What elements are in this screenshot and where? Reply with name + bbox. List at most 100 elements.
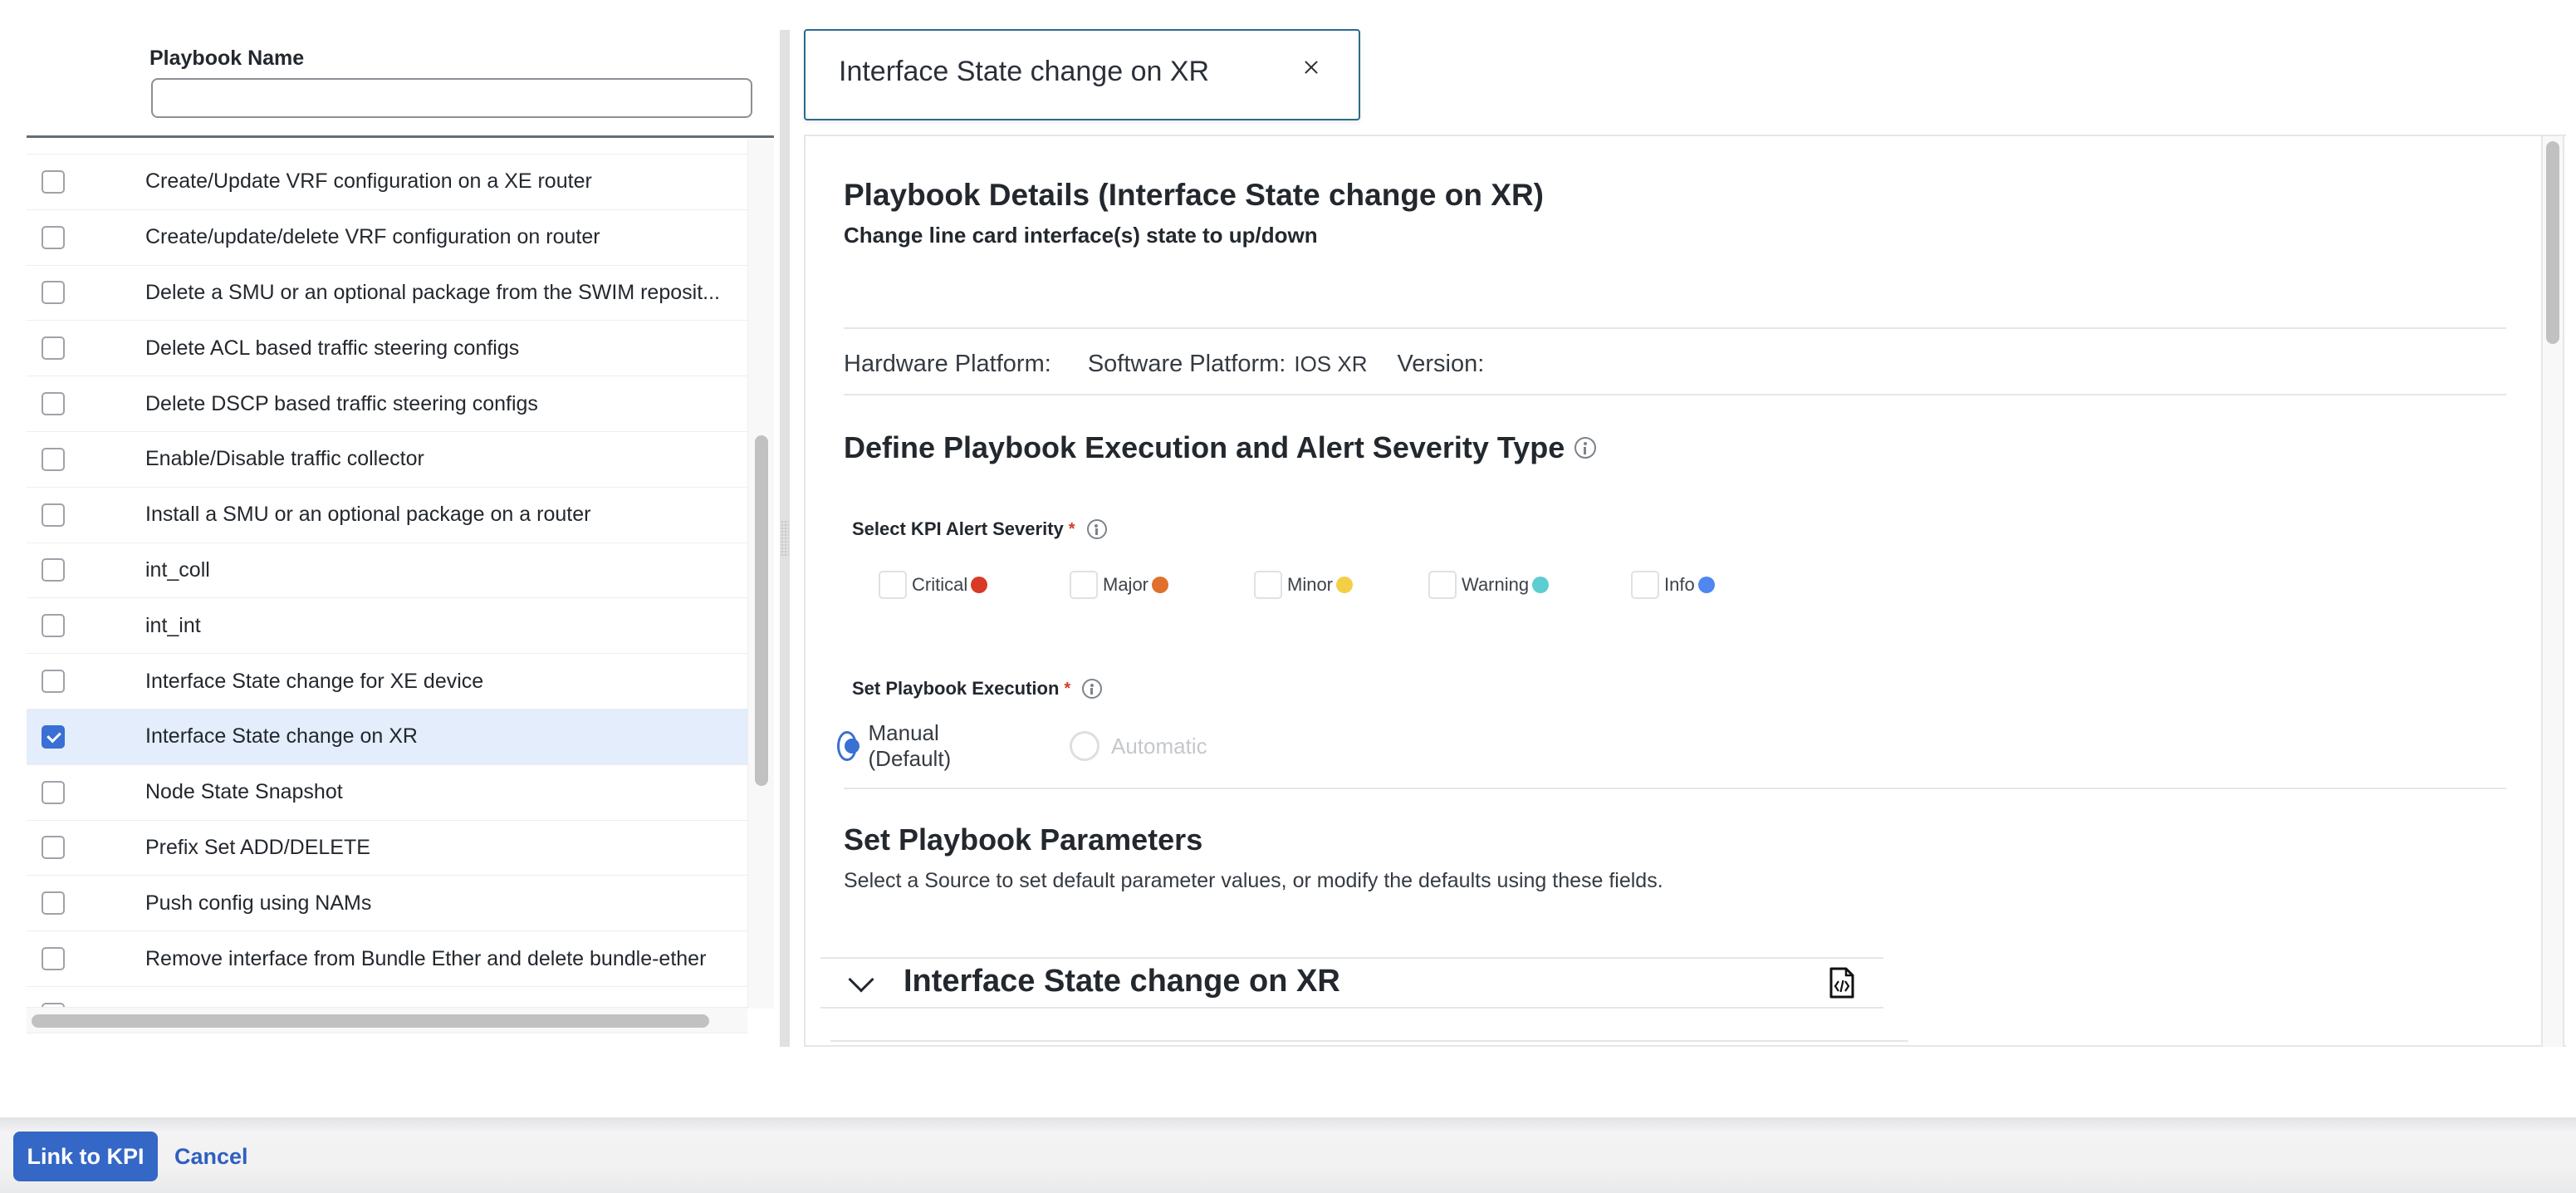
link-to-kpi-button[interactable]: Link to KPI bbox=[13, 1132, 158, 1181]
chevron-down-icon[interactable] bbox=[848, 966, 874, 993]
row-checkbox[interactable] bbox=[42, 281, 65, 305]
row-checkbox[interactable] bbox=[42, 392, 65, 416]
severity-option-warning[interactable]: Warning bbox=[1428, 570, 1550, 600]
execution-option-manual[interactable]: Manual (Default) bbox=[837, 720, 962, 771]
cancel-button[interactable]: Cancel bbox=[174, 1132, 248, 1181]
severity-checkbox[interactable] bbox=[1254, 571, 1282, 599]
playbook-list-row[interactable]: Install a SMU or an optional package on … bbox=[27, 488, 747, 543]
playbook-name-filter-input[interactable] bbox=[151, 78, 752, 118]
playbook-list-row[interactable]: Delete ACL based traffic steering config… bbox=[27, 321, 747, 377]
playbook-list-row[interactable]: Remove interface from Bundle Ether and d… bbox=[27, 931, 747, 987]
playbook-list-row[interactable]: Enable/Disable traffic collector bbox=[27, 432, 747, 488]
required-mark: * bbox=[1064, 679, 1071, 698]
playbook-name: Delete ACL based traffic steering config… bbox=[145, 336, 520, 360]
playbook-execution-label: Set Playbook Execution * bbox=[852, 678, 1103, 700]
execution-section-title: Define Playbook Execution and Alert Seve… bbox=[844, 430, 1597, 465]
list-horizontal-scroll-thumb[interactable] bbox=[32, 1014, 709, 1028]
playbook-list-panel: Playbook Name Create/Update VRF configur… bbox=[27, 0, 774, 1047]
row-checkbox[interactable] bbox=[42, 614, 65, 638]
parameters-accordion-header[interactable]: Interface State change on XR bbox=[820, 957, 1883, 1009]
playbook-list-row[interactable]: int_coll bbox=[27, 543, 747, 599]
playbook-name: Delete DSCP based traffic steering confi… bbox=[145, 391, 538, 415]
list-vertical-scroll-thumb[interactable] bbox=[755, 435, 768, 786]
parameters-description: Select a Source to set default parameter… bbox=[844, 869, 1663, 892]
row-checkbox[interactable] bbox=[42, 447, 65, 471]
row-checkbox[interactable] bbox=[42, 947, 65, 971]
playbook-list-row[interactable]: int_int bbox=[27, 598, 747, 655]
details-vertical-scrollbar[interactable] bbox=[2541, 136, 2564, 1047]
row-checkbox[interactable] bbox=[42, 780, 65, 804]
playbook-list-row[interactable]: Create/update/delete VRF configuration o… bbox=[27, 210, 747, 266]
radio-label: Manual (Default) bbox=[868, 720, 952, 771]
tab-interface-state-change-on-xr[interactable]: Interface State change on XR bbox=[804, 29, 1360, 120]
column-header-playbook-name: Playbook Name bbox=[149, 47, 305, 70]
severity-option-minor[interactable]: Minor bbox=[1254, 570, 1354, 600]
playbook-list-row[interactable]: Delete DSCP based traffic steering confi… bbox=[27, 376, 747, 432]
severity-checkbox[interactable] bbox=[879, 571, 907, 599]
execution-option-automatic: Automatic bbox=[1070, 729, 1207, 763]
header-divider bbox=[27, 135, 774, 138]
playbook-name: Node State Snapshot bbox=[145, 780, 343, 804]
playbook-list-row[interactable]: Node State Snapshot bbox=[27, 765, 747, 821]
playbook-name: Create/Update VRF configuration on a XE … bbox=[145, 169, 592, 194]
playbook-list-row[interactable]: Create/Update VRF configuration on a XE … bbox=[27, 155, 747, 210]
info-icon[interactable] bbox=[1574, 437, 1597, 459]
row-checkbox[interactable] bbox=[42, 836, 65, 860]
playbook-list-row[interactable]: Push config using NAMs bbox=[27, 876, 747, 932]
software-platform-label: Software Platform: bbox=[1087, 351, 1286, 377]
playbook-details-panel: Playbook Details (Interface State change… bbox=[804, 135, 2566, 1047]
platform-info: Hardware Platform: Software Platform: IO… bbox=[844, 351, 1492, 378]
software-platform-value: IOS XR bbox=[1294, 351, 1368, 376]
row-checkbox[interactable] bbox=[42, 503, 65, 527]
playbook-name: Enable/Disable traffic collector bbox=[145, 447, 424, 471]
dialog-footer: Link to KPI Cancel bbox=[0, 1117, 2576, 1193]
severity-label: Minor bbox=[1287, 574, 1334, 595]
drag-grip-icon bbox=[781, 520, 789, 557]
playbook-list-row[interactable]: Delete a SMU or an optional package from… bbox=[27, 266, 747, 322]
row-checkbox[interactable] bbox=[42, 891, 65, 916]
code-file-icon[interactable] bbox=[1829, 967, 1855, 999]
playbook-list-row[interactable]: Interface State change for XE device bbox=[27, 654, 747, 709]
severity-label: Major bbox=[1103, 574, 1149, 595]
kpi-alert-severity-label: Select KPI Alert Severity * bbox=[852, 518, 1107, 540]
severity-color-dot-icon bbox=[971, 577, 988, 593]
divider bbox=[844, 327, 2506, 329]
severity-option-major[interactable]: Major bbox=[1070, 570, 1169, 600]
required-mark: * bbox=[1068, 519, 1075, 538]
playbook-list: Create/Update VRF configuration on a XE … bbox=[27, 140, 747, 1009]
row-checkbox[interactable] bbox=[42, 336, 65, 361]
playbook-list-row[interactable] bbox=[27, 987, 747, 1009]
severity-checkbox[interactable] bbox=[1070, 571, 1098, 599]
playbook-description: Change line card interface(s) state to u… bbox=[844, 223, 1318, 248]
severity-option-info[interactable]: Info bbox=[1631, 570, 1715, 600]
accordion-title: Interface State change on XR bbox=[904, 964, 1340, 999]
playbook-name: Install a SMU or an optional package on … bbox=[145, 503, 591, 527]
playbook-name: Create/update/delete VRF configuration o… bbox=[145, 225, 600, 249]
divider bbox=[844, 394, 2506, 395]
playbook-list-row[interactable]: Interface State change on XR bbox=[27, 709, 747, 765]
divider bbox=[830, 1040, 1908, 1042]
info-icon[interactable] bbox=[1086, 519, 1107, 539]
row-checkbox[interactable] bbox=[42, 670, 65, 694]
severity-checkbox[interactable] bbox=[1428, 571, 1457, 599]
severity-option-critical[interactable]: Critical bbox=[879, 570, 988, 600]
panel-resize-handle[interactable] bbox=[780, 30, 790, 1047]
details-vertical-scroll-thumb[interactable] bbox=[2546, 141, 2559, 344]
playbook-list-row[interactable]: Prefix Set ADD/DELETE bbox=[27, 821, 747, 876]
row-checkbox[interactable] bbox=[42, 558, 65, 582]
radio-button[interactable] bbox=[837, 731, 859, 761]
playbook-execution-label-text: Set Playbook Execution bbox=[852, 678, 1060, 699]
playbook-name: int_coll bbox=[145, 557, 210, 582]
severity-checkbox[interactable] bbox=[1631, 571, 1659, 599]
row-checkbox[interactable] bbox=[42, 724, 65, 749]
divider bbox=[844, 788, 2506, 789]
row-checkbox[interactable] bbox=[42, 169, 65, 194]
list-horizontal-scrollbar[interactable] bbox=[27, 1007, 747, 1033]
hardware-platform-label: Hardware Platform: bbox=[844, 351, 1051, 377]
severity-label: Info bbox=[1664, 574, 1695, 595]
row-checkbox[interactable] bbox=[42, 225, 65, 249]
info-icon[interactable] bbox=[1082, 679, 1103, 699]
list-vertical-scrollbar[interactable] bbox=[747, 140, 774, 1009]
close-icon[interactable] bbox=[1299, 56, 1324, 81]
severity-color-dot-icon bbox=[1152, 577, 1169, 593]
